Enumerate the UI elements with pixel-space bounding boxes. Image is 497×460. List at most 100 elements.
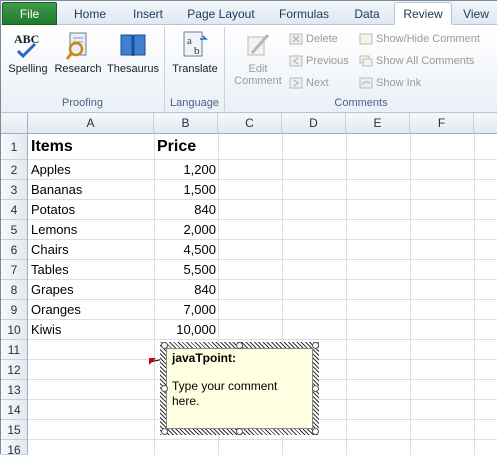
gridline [474,134,475,455]
cell-item[interactable]: Potatos [31,200,75,220]
ribbon-tab-bar: File Home Insert Page Layout Formulas Da… [1,1,497,25]
cell-b1-price-header[interactable]: Price [157,137,196,157]
row-header-9[interactable]: 9 [1,300,28,320]
gridline [28,319,497,320]
row-header-6[interactable]: 6 [1,240,28,260]
resize-handle-bottom-right[interactable] [312,428,319,435]
show-hide-comment-icon [359,33,373,45]
column-header-d[interactable]: D [282,113,346,134]
delete-comment-button[interactable]: Delete [289,30,338,48]
next-icon [289,77,303,89]
cell-price[interactable]: 4,500 [154,240,218,260]
cell-item[interactable]: Chairs [31,240,69,260]
row-header-16[interactable]: 16 [1,440,28,457]
cell-price[interactable]: 2,000 [154,220,218,240]
row-header-10[interactable]: 10 [1,320,28,340]
cell-item[interactable]: Lemons [31,220,77,240]
group-proofing: ABC Spelling Research Thesaurus Proofing [1,27,165,111]
research-icon [62,29,94,61]
row-header-14[interactable]: 14 [1,400,28,420]
group-label-proofing: Proofing [62,97,103,109]
ribbon-review: ABC Spelling Research Thesaurus Proofing… [1,25,497,113]
cell-price[interactable]: 1,200 [154,160,218,180]
research-button[interactable]: Research [53,29,103,75]
resize-handle-top-left[interactable] [161,342,168,349]
resize-handle-top-right[interactable] [312,342,319,349]
resize-handle-bottom[interactable] [236,428,243,435]
spelling-label: Spelling [8,63,48,75]
show-all-comments-label: Show All Comments [376,55,475,67]
show-hide-comment-label: Show/Hide Comment [376,33,480,45]
resize-handle-right[interactable] [312,385,319,392]
spelling-icon: ABC [12,29,44,61]
resize-handle-left[interactable] [161,385,168,392]
column-header-f[interactable]: F [410,113,474,134]
cell-item[interactable]: Oranges [31,300,81,320]
cell-price[interactable]: 5,500 [154,260,218,280]
cell-item[interactable]: Bananas [31,180,82,200]
comment-box[interactable]: javaTpoint: Type your comment here. [166,348,313,429]
show-ink-button[interactable]: Show Ink [359,74,421,92]
row-header-2[interactable]: 2 [1,160,28,180]
edit-comment-button[interactable]: Edit Comment [231,29,285,87]
column-header-b[interactable]: B [154,113,218,134]
tab-page-layout[interactable]: Page Layout [179,3,263,25]
cell-item[interactable]: Tables [31,260,69,280]
show-all-comments-button[interactable]: Show All Comments [359,52,474,70]
svg-text:b: b [194,45,200,57]
row-header-13[interactable]: 13 [1,380,28,400]
next-label: Next [306,77,329,89]
group-label-language: Language [170,97,219,109]
row-header-4[interactable]: 4 [1,200,28,220]
show-ink-label: Show Ink [376,77,422,89]
column-header-c[interactable]: C [218,113,282,134]
translate-icon: ab [179,29,211,61]
row-header-7[interactable]: 7 [1,260,28,280]
previous-icon [289,55,303,67]
gridline [28,239,497,240]
tab-insert[interactable]: Insert [122,3,174,25]
cell-price[interactable]: 10,000 [154,320,218,340]
gridline [28,439,497,440]
row-header-1[interactable]: 1 [1,134,28,160]
tab-formulas[interactable]: Formulas [269,3,339,25]
cell-price[interactable]: 840 [154,200,218,220]
cell-price[interactable]: 1,500 [154,180,218,200]
group-label-comments: Comments [334,97,388,109]
spelling-button[interactable]: ABC Spelling [5,29,51,75]
column-header-e[interactable]: E [346,113,410,134]
tab-home[interactable]: Home [63,3,117,25]
row-header-12[interactable]: 12 [1,360,28,380]
comment-text[interactable]: Type your comment here. [172,379,302,409]
resize-handle-bottom-left[interactable] [161,428,168,435]
gridline [410,134,411,455]
next-comment-button[interactable]: Next [289,74,329,92]
translate-button[interactable]: ab Translate [169,29,221,75]
row-header-11[interactable]: 11 [1,340,28,360]
show-hide-comment-button[interactable]: Show/Hide Comment [359,30,480,48]
tab-view[interactable]: View [456,3,496,25]
cell-price[interactable]: 840 [154,280,218,300]
tab-data[interactable]: Data [344,3,390,25]
row-header-15[interactable]: 15 [1,420,28,440]
gridline [28,159,497,160]
column-header-a[interactable]: A [28,113,154,134]
row-header-8[interactable]: 8 [1,280,28,300]
resize-handle-top[interactable] [236,342,243,349]
select-all-corner[interactable] [1,113,28,134]
previous-comment-button[interactable]: Previous [289,52,349,70]
gridline [28,219,497,220]
thesaurus-button[interactable]: Thesaurus [105,29,161,75]
tab-file[interactable]: File [2,2,57,25]
edit-comment-label-line1: Edit [248,63,268,75]
row-header-3[interactable]: 3 [1,180,28,200]
column-header-g-partial[interactable] [474,113,497,134]
tab-review[interactable]: Review [394,2,452,25]
cell-a1-items-header[interactable]: Items [31,137,73,157]
cell-item[interactable]: Grapes [31,280,74,300]
cell-price[interactable]: 7,000 [154,300,218,320]
gridline [346,134,347,455]
row-header-5[interactable]: 5 [1,220,28,240]
cell-item[interactable]: Kiwis [31,320,61,340]
cell-item[interactable]: Apples [31,160,71,180]
